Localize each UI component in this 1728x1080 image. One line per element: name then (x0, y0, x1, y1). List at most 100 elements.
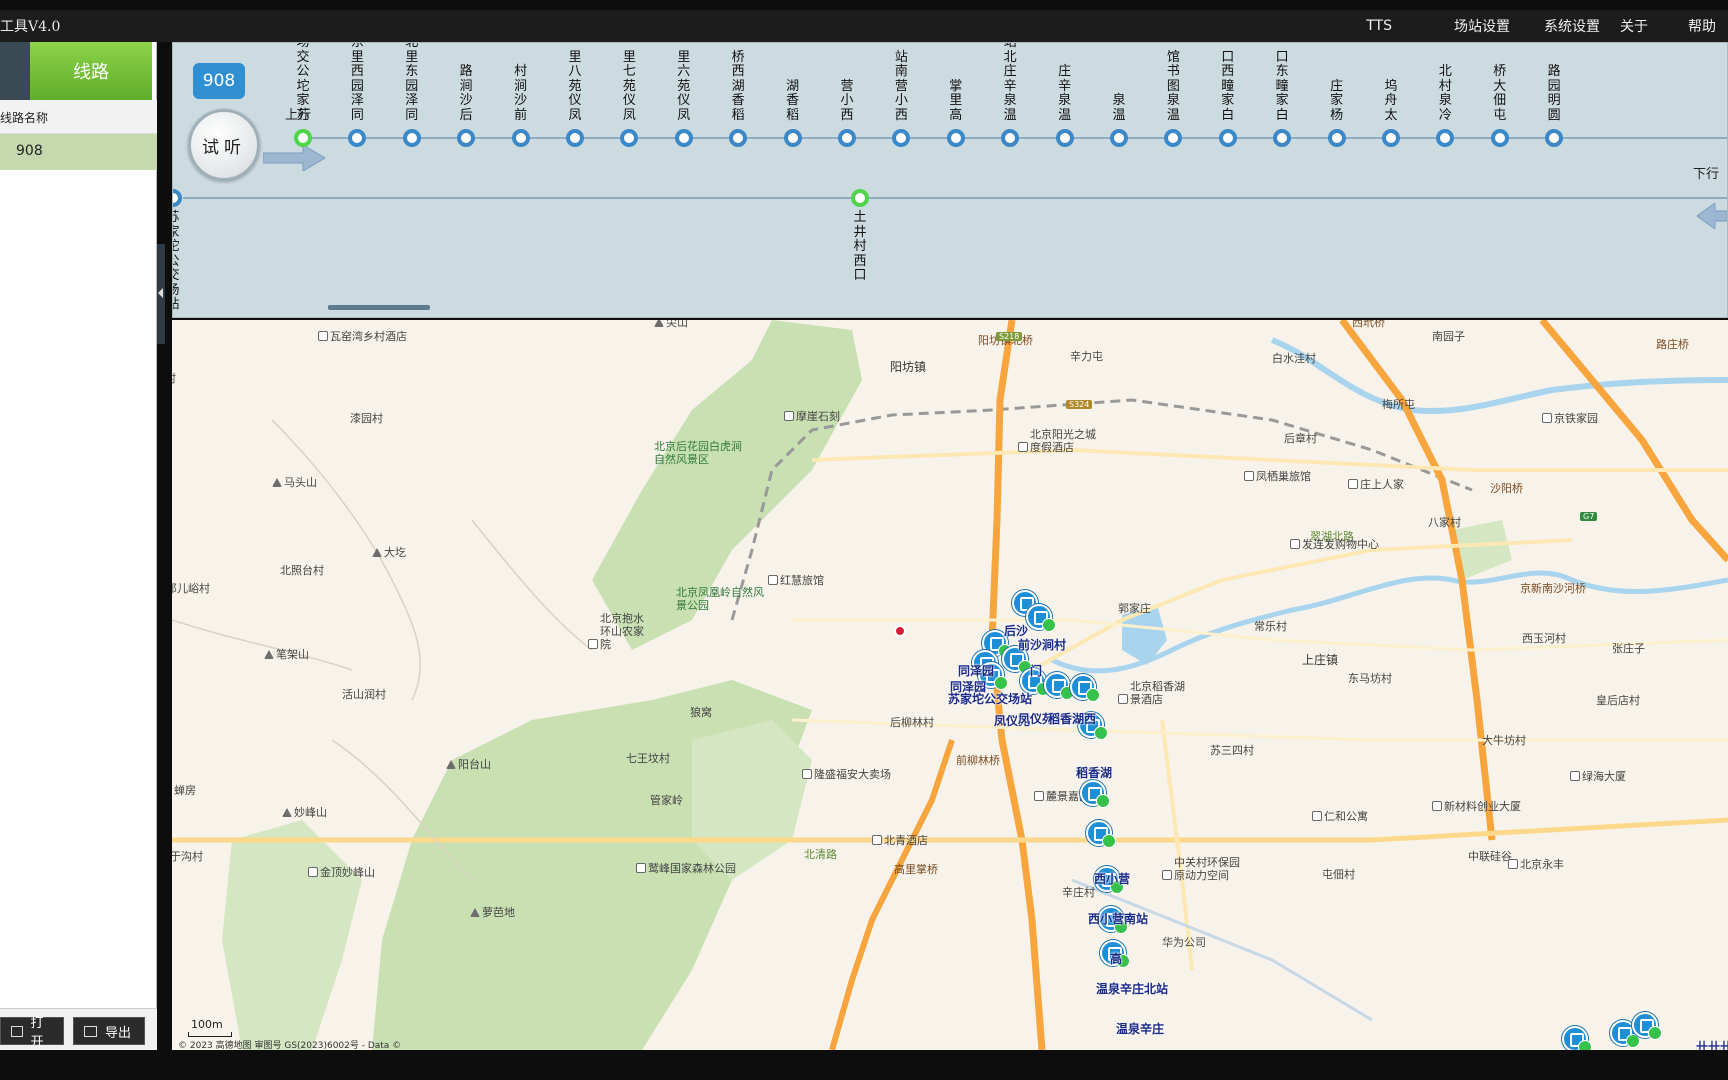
up-stop-name: 口 西 疃 家 白 (1221, 49, 1235, 123)
map-view[interactable]: 瓦窑湾乡村酒店尖山八口桥阳坊镇北桥阳坊镇辛力屯白水洼村西玳桥南园子北京大学回医院… (172, 320, 1728, 1050)
up-stop-marker[interactable] (892, 129, 911, 147)
map-label: 妙峰山 (282, 804, 327, 820)
up-stop-marker[interactable] (402, 129, 421, 147)
poi-icon (768, 575, 778, 585)
map-label: 京铁家园 (1542, 410, 1598, 426)
up-stop-marker[interactable] (1382, 129, 1400, 147)
tab-other[interactable] (0, 42, 30, 100)
map-label: 北清路 (804, 846, 837, 862)
map-label-text: 白水洼村 (1272, 352, 1316, 365)
open-button[interactable]: 打开 (0, 1016, 64, 1050)
map-label-text: 西玉河村 (1522, 632, 1566, 645)
mountain-icon (282, 808, 292, 817)
menu-about[interactable]: 关于 (1620, 16, 1648, 36)
up-stop-marker[interactable] (620, 129, 639, 147)
map-label-text: 梅所屯 (1382, 398, 1415, 411)
bus-stop-label: 苏家坨公交场站 (948, 692, 1033, 706)
up-stop-marker[interactable] (1055, 129, 1074, 147)
map-label-text: 大牛坊村 (1482, 734, 1526, 747)
bus-stop-icon[interactable] (1632, 1012, 1662, 1040)
up-stop-marker[interactable] (1490, 129, 1509, 147)
down-track-line (183, 197, 1727, 199)
map-label-text: 东马坊村 (1348, 672, 1392, 685)
menu-help[interactable]: 帮助 (1688, 16, 1716, 36)
up-stop-marker[interactable] (348, 129, 367, 147)
up-stop-marker[interactable] (1001, 129, 1020, 147)
map-label-text: 常乐村 (1254, 620, 1287, 633)
poi-icon (1034, 791, 1044, 801)
bus-stop-label: 门 (1030, 664, 1043, 678)
menu-station-settings[interactable]: 场站设置 (1454, 16, 1510, 36)
bus-stop-icon[interactable] (1080, 780, 1110, 808)
map-label: 北京永丰 (1508, 856, 1564, 872)
up-stop-marker[interactable] (1545, 129, 1564, 147)
map-label-text: 凤栖巢旅馆 (1256, 470, 1311, 483)
terminal-pin-icon[interactable] (894, 625, 906, 637)
poi-icon (1118, 694, 1128, 704)
map-label-text: 七王坟村 (626, 752, 670, 765)
map-label: 大圪 (372, 544, 406, 560)
bus-stop-icon[interactable] (1070, 674, 1100, 702)
map-label: 北京后花园白虎涧自然风景区 (654, 440, 750, 466)
poi-icon (1290, 539, 1300, 549)
up-stop-name: 庄 辛 泉 温 (1058, 64, 1072, 123)
map-label: 鹫峰国家森林公园 (636, 860, 736, 876)
map-label: 阳坊镇 (890, 358, 926, 375)
up-stop-marker[interactable] (946, 129, 965, 147)
up-stop-marker[interactable] (457, 129, 476, 147)
bus-stop-label: 高 (1110, 952, 1123, 966)
up-stop-marker[interactable] (511, 129, 530, 147)
up-stop-marker[interactable] (1327, 129, 1346, 147)
panel-collapse-handle[interactable] (157, 244, 165, 344)
up-stop-name: 村 涧 沙 前 (514, 64, 528, 123)
map-label: 漆园村 (350, 410, 383, 426)
up-stop-name: 路 涧 沙 后 (459, 64, 473, 123)
tab-route[interactable]: 线路 (30, 42, 152, 100)
map-label: 张庄子 (1612, 640, 1645, 656)
up-stop-marker[interactable] (1164, 129, 1183, 147)
up-stop-marker[interactable] (1273, 129, 1292, 147)
map-label: 中联硅谷 (1468, 848, 1512, 864)
left-panel: 线路 线路名称 908 打开 导出 (0, 42, 157, 1050)
map-label-text: 仁和公寓 (1324, 810, 1368, 823)
menu-system-settings[interactable]: 系统设置 (1544, 16, 1600, 36)
road-shield-s324: S324 (1066, 400, 1093, 409)
map-label: 西玉河村 (1522, 630, 1566, 646)
up-stop-marker[interactable] (783, 129, 802, 147)
bus-stop-icon[interactable] (1086, 820, 1116, 848)
up-stop-marker[interactable] (566, 129, 584, 147)
up-stop-marker[interactable] (1218, 129, 1237, 147)
map-label-text: 北照台村 (280, 564, 324, 577)
map-label: 辛力屯 (1070, 348, 1103, 364)
title-bar: 工具V4.0 TTS 场站设置 系统设置 关于 帮助 (0, 10, 1728, 42)
up-stop-name: 北 里 东 园 泽 同 (405, 42, 419, 123)
down-stop-marker[interactable] (851, 189, 869, 207)
map-label-text: 口村 (172, 372, 176, 385)
map-label: 常乐村 (1254, 618, 1287, 634)
menu-tts[interactable]: TTS (1366, 18, 1392, 34)
up-stop-marker[interactable] (294, 129, 312, 147)
up-stop-marker[interactable] (1110, 129, 1128, 147)
map-label-text: 郎儿峪村 (172, 582, 210, 595)
up-stop-marker[interactable] (1436, 129, 1455, 147)
bus-stop-icon[interactable] (1026, 604, 1056, 632)
route-list-item[interactable]: 908 (0, 134, 157, 170)
up-stop-marker[interactable] (838, 129, 856, 147)
map-label: 管家岭 (650, 792, 683, 808)
up-stop-marker[interactable] (729, 129, 748, 147)
export-button[interactable]: 导出 (73, 1017, 145, 1045)
listen-button[interactable]: 试听 (188, 109, 260, 181)
bus-stop-icon[interactable] (1044, 672, 1074, 700)
mountain-icon (372, 548, 382, 557)
route-scrollbar[interactable] (328, 305, 430, 310)
map-label: 狼窝 (690, 704, 712, 720)
map-label: 凤栖巢旅馆 (1244, 468, 1311, 484)
down-stop-name: 土 井 村 西 口 (853, 210, 867, 283)
map-label: 东马坊村 (1348, 670, 1392, 686)
down-stop-marker[interactable] (173, 189, 182, 207)
bus-stop-icon[interactable] (1562, 1026, 1592, 1050)
poi-icon (802, 769, 812, 779)
up-stop-marker[interactable] (674, 129, 693, 147)
map-label-text: 后柳林村 (890, 716, 934, 729)
bus-stop-label: 西小营南站 (1088, 912, 1149, 926)
